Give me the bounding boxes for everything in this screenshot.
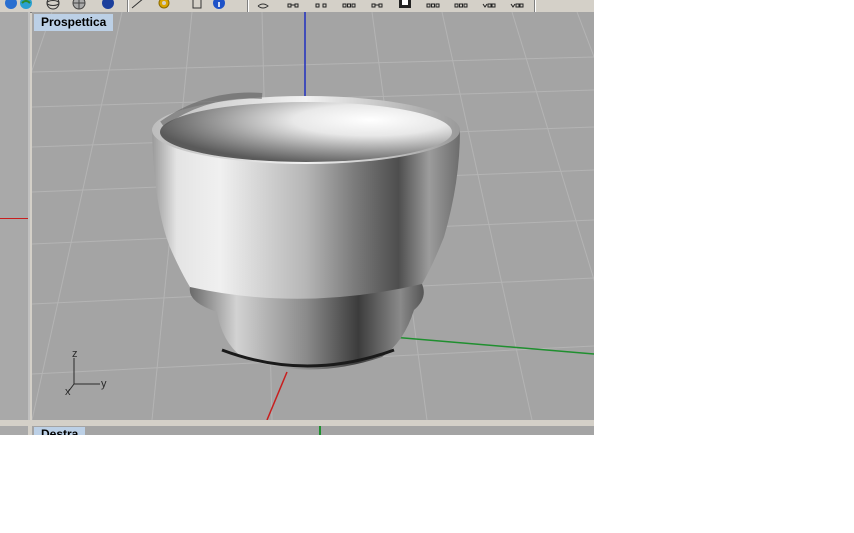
wire-sphere-icon[interactable] (46, 0, 60, 10)
right-viewport[interactable]: Destra (32, 426, 594, 435)
snap-9-icon[interactable] (510, 0, 524, 10)
gear-icon[interactable] (157, 0, 171, 10)
snap-3-icon[interactable] (342, 0, 356, 10)
viewport-canvas: z y x (32, 12, 594, 420)
globe-icon[interactable] (19, 0, 33, 10)
axis-gizmo-x-label: x (65, 386, 71, 398)
snap-4-icon[interactable] (370, 0, 384, 10)
spiral-icon[interactable] (256, 0, 270, 10)
shaded-sphere-icon[interactable] (101, 0, 115, 10)
network-icon[interactable] (72, 0, 86, 10)
axis-gizmo-y-label: y (101, 378, 107, 390)
rhino-window: Prospettica z y x Destra (0, 0, 594, 435)
bottom-left-viewport[interactable] (0, 426, 28, 435)
viewport-title-right[interactable]: Destra (34, 427, 86, 435)
perspective-viewport[interactable]: Prospettica z y x (32, 12, 594, 420)
snap-7-icon[interactable] (454, 0, 468, 10)
x-axis-line (266, 371, 288, 420)
bracket-icon[interactable] (190, 0, 204, 10)
left-viewport[interactable] (0, 12, 30, 420)
axis-gizmo-z-label: z (72, 348, 78, 360)
info-icon[interactable] (212, 0, 226, 10)
line-tool-icon[interactable] (131, 0, 145, 10)
cup-interior (160, 102, 452, 162)
snap-2-icon[interactable] (314, 0, 328, 10)
viewport-title-perspective[interactable]: Prospettica (34, 14, 114, 31)
snap-1-icon[interactable] (286, 0, 300, 10)
x-axis-line (0, 218, 28, 219)
snap-6-icon[interactable] (426, 0, 440, 10)
render-sphere-icon[interactable] (4, 0, 18, 10)
axis-gizmo (67, 358, 100, 393)
toolbar-separator (127, 0, 128, 12)
snap-8-icon[interactable] (482, 0, 496, 10)
y-axis-line (319, 426, 321, 435)
toolbar-separator (247, 0, 248, 12)
snap-5-icon[interactable] (398, 0, 412, 10)
toolbar-separator (534, 0, 535, 12)
